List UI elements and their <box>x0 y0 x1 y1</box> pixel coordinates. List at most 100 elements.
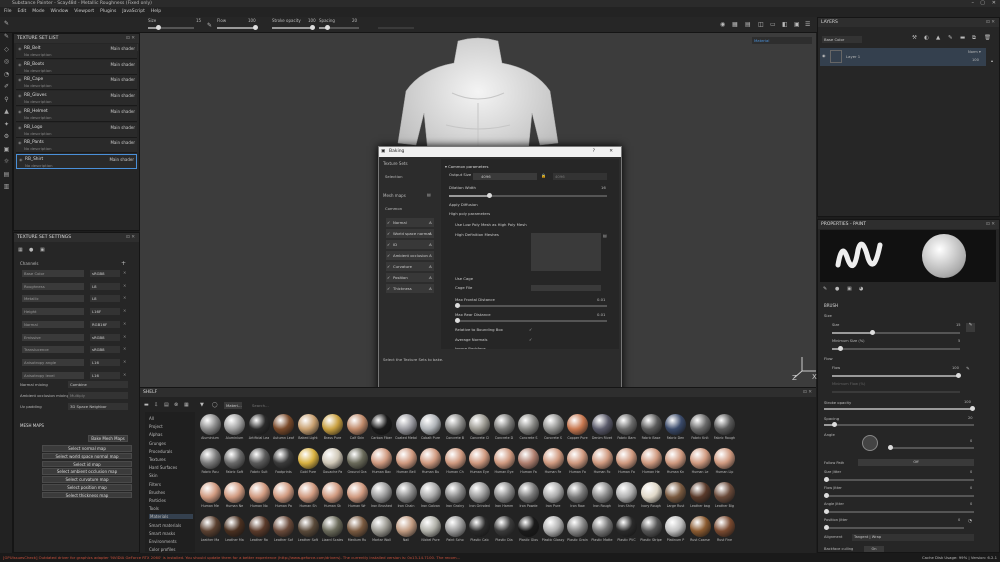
remove-channel-icon[interactable]: ✕ <box>123 372 126 377</box>
maximize-icon[interactable]: ▢ <box>980 0 985 7</box>
checkbox-checked-icon[interactable]: ✓ <box>387 251 390 260</box>
add-folder-icon[interactable]: ▬ <box>960 35 965 41</box>
material-thumbnail[interactable]: Iron Grainy <box>443 481 467 512</box>
shelf-category[interactable]: All <box>149 416 154 421</box>
angle-dial[interactable] <box>862 435 878 451</box>
channel-format-select[interactable]: sRGB8 <box>90 346 120 354</box>
material-thumbnail[interactable]: Medium Ru <box>345 515 369 546</box>
layer-row[interactable]: ◉ Layer 1 Norm ▾ 100 <box>820 48 986 66</box>
size-jitter-slider[interactable] <box>824 477 974 482</box>
material-thumbnail[interactable]: Human Bell <box>394 447 418 478</box>
add-paint-layer-icon[interactable]: ✎ <box>948 35 953 41</box>
add-channel-icon[interactable]: + <box>121 260 126 267</box>
bake-map-item[interactable]: ✓ ID ⚠ <box>386 240 434 249</box>
remove-channel-icon[interactable]: ✕ <box>123 359 126 364</box>
material-thumbnail[interactable]: Coated Metal <box>394 413 418 444</box>
texture-set-shader[interactable]: Main shader <box>110 125 135 130</box>
select-map-button[interactable]: Select position map <box>42 484 132 491</box>
material-thumbnail[interactable]: Iron Galvan <box>419 481 443 512</box>
duplicate-icon[interactable]: ⧉ <box>972 35 976 42</box>
menu-item[interactable]: Window <box>51 7 69 17</box>
material-thumbnail[interactable]: Human He <box>639 447 663 478</box>
texture-set-row[interactable]: ◉ RB_Cape No description Main shader <box>16 75 137 91</box>
paint-icon[interactable]: ✎ <box>0 33 13 46</box>
size-slider[interactable] <box>832 330 960 335</box>
material-thumbnail[interactable]: Human Kn <box>664 447 688 478</box>
spacing-slider[interactable] <box>824 422 974 427</box>
checkbox-checked-icon[interactable]: ✓ <box>387 262 390 271</box>
material-thumbnail[interactable]: Concrete Cl <box>468 413 492 444</box>
mesh-maps-settings-icon[interactable]: ▤ <box>427 192 431 197</box>
max-frontal-slider[interactable] <box>455 303 607 308</box>
color-picker-icon[interactable]: ✦ <box>0 121 13 134</box>
close-icon[interactable]: ⊡ ✕ <box>986 18 995 27</box>
layout-icon[interactable]: ▤ <box>745 21 751 28</box>
remove-channel-icon[interactable]: ✕ <box>123 295 126 300</box>
split-view-icon[interactable]: ◫ <box>758 21 764 28</box>
visibility-icon[interactable]: ◉ <box>18 46 22 51</box>
follow-path-toggle[interactable]: Off <box>858 459 974 466</box>
material-thumbnail[interactable]: Nail <box>394 515 418 546</box>
select-map-button[interactable]: Select curvature map <box>42 476 132 483</box>
ao-mixing-select[interactable]: Multiply <box>68 392 128 399</box>
channel-format-select[interactable]: L16F <box>90 308 120 316</box>
material-thumbnail[interactable]: Fabric Knit <box>688 413 712 444</box>
use-low-poly-checkbox[interactable]: Use Low Poly Mesh as High Poly Mesh <box>455 222 527 227</box>
material-thumbnail[interactable]: Iron Pure <box>541 481 565 512</box>
close-tab-icon[interactable]: ⊗ <box>174 402 178 408</box>
checkbox-checked-icon[interactable]: ✓ <box>387 229 390 238</box>
material-thumbnail[interactable]: Human Sk <box>321 481 345 512</box>
stencil-tab-icon[interactable]: ▣ <box>847 286 852 292</box>
brush-tab-icon[interactable]: ✎ <box>823 286 827 292</box>
material-thumbnail[interactable]: Cobalt Pure <box>419 413 443 444</box>
help-icon[interactable]: ? <box>593 147 595 157</box>
material-thumbnail[interactable]: Platinum P <box>664 515 688 546</box>
material-thumbnail[interactable]: Concrete S <box>541 413 565 444</box>
bake-map-item[interactable]: ✓ World space normal ⚠ <box>386 229 434 238</box>
remove-channel-icon[interactable]: ✕ <box>123 283 126 288</box>
visibility-icon[interactable]: ◉ <box>19 157 23 162</box>
paint-brush-icon[interactable]: ✎ <box>4 20 9 27</box>
texture-set-shader[interactable]: Main shader <box>110 77 135 82</box>
select-map-button[interactable]: Select thickness map <box>42 491 132 499</box>
visibility-icon[interactable]: ◉ <box>18 93 22 98</box>
normal-mixing-select[interactable]: Combine <box>68 381 128 388</box>
viewport-material-select[interactable]: Material <box>752 37 812 44</box>
material-thumbnail[interactable]: Human Pa <box>272 481 296 512</box>
material-thumbnail[interactable]: Leather Ma <box>198 515 222 546</box>
menu-item[interactable]: Edit <box>18 7 27 17</box>
material-thumbnail[interactable]: Human Fe <box>541 447 565 478</box>
material-thumbnail[interactable]: Mortar Wall <box>370 515 394 546</box>
menu-item[interactable]: File <box>4 7 12 17</box>
menu-item[interactable]: JavaScript <box>122 7 145 17</box>
material-thumbnail[interactable]: Human Me <box>198 481 222 512</box>
select-map-button[interactable]: Select world space normal map <box>42 452 132 460</box>
shelf-category[interactable]: Alphas <box>149 432 162 437</box>
add-mask-icon[interactable]: ◐ <box>924 35 929 41</box>
close-icon[interactable]: ⊡ ✕ <box>986 220 995 229</box>
list-view-icon[interactable]: ▤ <box>164 402 169 408</box>
material-thumbnail[interactable]: Human Bac <box>370 447 394 478</box>
menu-item[interactable]: Mode <box>32 7 44 17</box>
eraser-icon[interactable]: ◇ <box>0 46 13 59</box>
material-thumbnail[interactable]: Concrete D <box>492 413 516 444</box>
remove-channel-icon[interactable]: ✕ <box>123 346 126 351</box>
close-icon[interactable]: ⊡ ✕ <box>803 388 812 397</box>
material-thumbnail[interactable]: Fabric Rou <box>198 447 222 478</box>
material-thumbnail[interactable]: Rust Coarse <box>688 515 712 546</box>
delete-layer-icon[interactable]: 🗑 <box>984 35 991 41</box>
checkbox-checked-icon[interactable]: ✓ <box>387 240 390 249</box>
grid-icon[interactable]: ▦ <box>732 21 738 28</box>
shelf-category[interactable]: Hard Surfaces <box>149 465 177 470</box>
clone-icon[interactable]: ⚲ <box>0 96 13 109</box>
material-thumbnail[interactable]: Paint Scho <box>443 515 467 546</box>
relative-bbox-check[interactable]: ✓ <box>529 327 532 332</box>
max-rear-slider[interactable] <box>455 318 607 323</box>
shelf-category[interactable]: Filters <box>149 482 161 487</box>
screenshot-icon[interactable]: ◧ <box>782 21 788 28</box>
display-settings-icon[interactable]: ▣ <box>794 21 800 28</box>
material-thumbnail[interactable]: Iron Hamm <box>492 481 516 512</box>
material-thumbnail[interactable]: Autumn Leaf <box>272 413 296 444</box>
material-thumbnail[interactable]: Fabric Rough <box>713 413 737 444</box>
bake-map-item[interactable]: ✓ Position ⚠ <box>386 273 434 282</box>
